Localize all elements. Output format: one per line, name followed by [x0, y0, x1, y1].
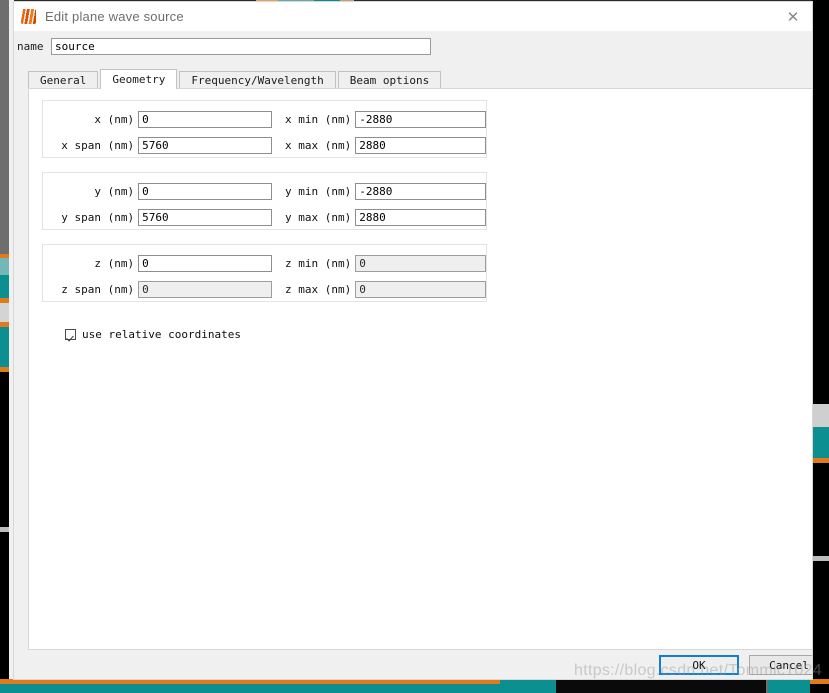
left-band-teal-dark-2 [0, 327, 9, 367]
name-label: name [17, 40, 44, 53]
x-max-label: x max (nm) [284, 139, 352, 152]
x-min-input[interactable]: -2880 [355, 111, 487, 128]
z-max-label: z max (nm) [284, 283, 352, 296]
z-max-input: 0 [355, 281, 487, 298]
y-group: y (nm) 0 y min (nm) -2880 y span (nm) 57… [42, 172, 487, 230]
y-max-label: y max (nm) [284, 211, 352, 224]
y-span-label: y span (nm) [61, 211, 135, 224]
z-row-2: z span (nm) 0 z max (nm) 0 [43, 280, 487, 299]
x-group: x (nm) 0 x min (nm) -2880 x span (nm) 57… [42, 100, 487, 158]
y-span-input[interactable]: 5760 [138, 209, 272, 226]
name-row: name source [14, 31, 812, 62]
x-row-2: x span (nm) 5760 x max (nm) 2880 [43, 136, 487, 155]
tab-frequency-wavelength[interactable]: Frequency/Wavelength [179, 71, 336, 89]
y-min-input[interactable]: -2880 [355, 183, 487, 200]
dialog-titlebar[interactable]: Edit plane wave source ✕ [14, 2, 812, 31]
x-label: x (nm) [94, 113, 135, 126]
bottom-band-teal-left [0, 684, 500, 693]
x-row-1: x (nm) 0 x min (nm) -2880 [43, 110, 487, 129]
y-max-input[interactable]: 2880 [355, 209, 487, 226]
edit-plane-wave-source-dialog: Edit plane wave source ✕ name source Gen… [14, 2, 812, 679]
lumerical-flame-icon [21, 9, 36, 24]
y-row-2: y span (nm) 5760 y max (nm) 2880 [43, 208, 487, 227]
cancel-button[interactable]: Cancel [749, 655, 812, 675]
dialog-title: Edit plane wave source [45, 9, 184, 24]
x-span-input[interactable]: 5760 [138, 137, 272, 154]
left-band-silver [0, 303, 9, 322]
use-relative-coordinates-row[interactable]: use relative coordinates [65, 328, 241, 341]
left-band-black [0, 372, 9, 527]
y-min-label: y min (nm) [284, 185, 352, 198]
bottom-band-black-seg [556, 679, 766, 693]
y-input[interactable]: 0 [138, 183, 272, 200]
z-min-input: 0 [355, 255, 487, 272]
z-span-label: z span (nm) [61, 283, 135, 296]
name-input[interactable]: source [51, 38, 431, 55]
z-input[interactable]: 0 [138, 255, 272, 272]
left-band-black-2 [0, 532, 9, 679]
z-group: z (nm) 0 z min (nm) 0 z span (nm) 0 z ma… [42, 244, 487, 302]
left-band-gray [0, 0, 9, 254]
z-min-label: z min (nm) [284, 257, 352, 270]
use-relative-coordinates-label: use relative coordinates [82, 328, 241, 341]
tab-bar: General Geometry Frequency/Wavelength Be… [28, 69, 798, 89]
y-label: y (nm) [94, 185, 135, 198]
checkbox-checked-icon[interactable] [65, 329, 76, 340]
bottom-band-teal-right [768, 679, 810, 693]
right-band-black-top [812, 0, 829, 404]
right-band-teal [812, 427, 829, 458]
x-max-input[interactable]: 2880 [355, 137, 487, 154]
tab-geometry[interactable]: Geometry [100, 69, 178, 89]
left-band-teal-light [0, 258, 9, 275]
left-band-teal-dark [0, 275, 9, 298]
x-input[interactable]: 0 [138, 111, 272, 128]
tab-general[interactable]: General [28, 71, 99, 89]
right-band-silver [812, 404, 829, 427]
bottom-band-teal-seg [500, 679, 556, 693]
tab-beam-options[interactable]: Beam options [337, 71, 442, 89]
ok-button[interactable]: OK [659, 655, 739, 675]
bottom-band-orange-right [810, 679, 829, 684]
x-min-label: x min (nm) [284, 113, 352, 126]
right-band-black-mid [812, 463, 829, 556]
z-span-input: 0 [138, 281, 272, 298]
right-band-black-bottom [812, 561, 829, 679]
z-row-1: z (nm) 0 z min (nm) 0 [43, 254, 487, 273]
geometry-panel: x (nm) 0 x min (nm) -2880 x span (nm) 57… [28, 88, 812, 650]
close-icon[interactable]: ✕ [782, 7, 804, 27]
y-row-1: y (nm) 0 y min (nm) -2880 [43, 182, 487, 201]
x-span-label: x span (nm) [61, 139, 135, 152]
z-label: z (nm) [94, 257, 135, 270]
